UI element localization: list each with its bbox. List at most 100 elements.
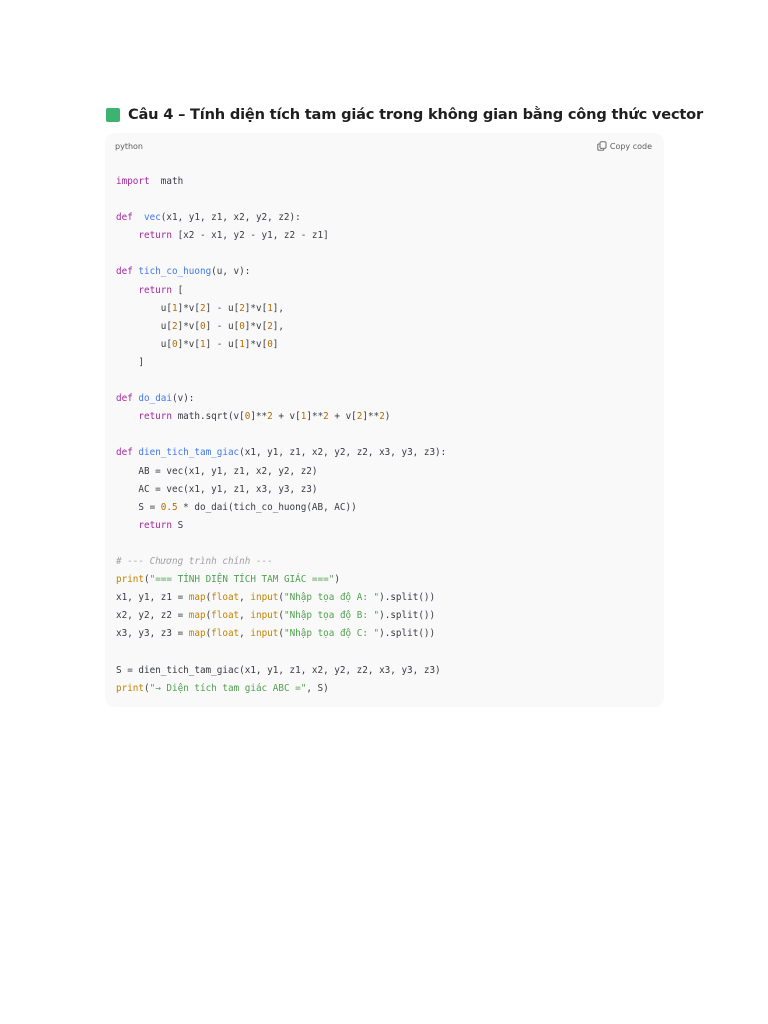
code-token: x2, y2, z2 =: [116, 610, 189, 622]
code-token: ] - u[: [205, 302, 240, 314]
code-token: # --- Chương trình chính ---: [116, 555, 273, 567]
code-token: ,: [239, 592, 251, 604]
code-token: float: [211, 592, 240, 604]
code-line: x3, y3, z3 = map(float, input("Nhập tọa …: [116, 625, 446, 643]
code-token: ]*v[: [244, 302, 268, 314]
code-line: u[1]*v[2] - u[2]*v[1],: [116, 300, 446, 318]
code-token: tich_co_huong: [138, 266, 212, 278]
code-token: ]**: [250, 411, 268, 423]
code-token: "→ Diện tích tam giác ABC =": [149, 682, 307, 694]
code-token: x3, y3, z3 =: [116, 628, 189, 640]
heading-text: Câu 4 – Tính diện tích tam giác trong kh…: [128, 106, 703, 123]
code-token: def: [116, 212, 133, 224]
code-token: map: [188, 628, 206, 640]
code-line: AB = vec(x1, y1, z1, x2, y2, z2): [116, 463, 446, 481]
code-token: [: [171, 284, 184, 296]
code-line: x1, y1, z1 = map(float, input("Nhập tọa …: [116, 589, 446, 607]
code-token: S: [171, 519, 184, 531]
green-square-icon: [106, 107, 120, 122]
code-token: ): [384, 411, 391, 423]
code-token: "=== TÍNH DIỆN TÍCH TAM GIÁC ===": [149, 574, 335, 586]
code-token: ]**: [362, 411, 380, 423]
code-token: ).split()): [379, 610, 436, 622]
code-token: ],: [272, 302, 284, 314]
code-line: print("→ Diện tích tam giác ABC =", S): [116, 680, 446, 698]
code-token: u[: [116, 302, 172, 314]
code-line: def vec(x1, y1, z1, x2, y2, z2):: [116, 209, 446, 227]
code-token: def: [116, 393, 133, 405]
code-token: map: [188, 610, 206, 622]
code-token: print: [116, 574, 144, 586]
code-token: ] - u[: [205, 320, 240, 332]
code-token: dien_tich_tam_giac: [138, 447, 240, 459]
code-token: (x1, y1, z1, x2, y2, z2):: [160, 212, 301, 224]
code-token: math: [149, 176, 184, 187]
code-token: 0.5: [160, 501, 178, 513]
code-token: vec: [144, 212, 161, 224]
code-token: return: [138, 519, 172, 531]
code-token: ]*v[: [244, 320, 268, 332]
code-header: python Copy code: [105, 133, 664, 161]
code-token: "Nhập tọa độ A: ": [283, 592, 380, 604]
code-line: def dien_tich_tam_giac(x1, y1, z1, x2, y…: [116, 444, 446, 462]
code-token: print: [116, 682, 144, 694]
code-token: float: [211, 610, 240, 622]
code-token: def: [116, 266, 133, 278]
code-token: ]: [272, 338, 279, 350]
code-token: ): [334, 574, 340, 586]
code-token: AB = vec(x1, y1, z1, x2, y2, z2): [116, 465, 318, 477]
code-token: u[: [116, 320, 172, 332]
copy-code-label: Copy code: [609, 141, 652, 151]
code-line: ]: [116, 354, 446, 372]
code-token: ).split()): [379, 628, 436, 640]
code-token: , S): [306, 682, 329, 694]
copy-code-button[interactable]: Copy code: [597, 141, 652, 151]
code-token: x1, y1, z1 =: [116, 592, 189, 604]
code-line: def tich_co_huong(u, v):: [116, 263, 446, 281]
code-token: (x1, y1, z1, x2, y2, z2, x3, y3, z3):: [239, 447, 447, 459]
code-token: import: [116, 176, 150, 187]
code-token: return: [138, 284, 172, 296]
code-token: ,: [239, 628, 251, 640]
code-token: ]*v[: [177, 302, 200, 314]
code-token: S = dien_tich_tam_giac(x1, y1, z1, x2, y…: [116, 664, 441, 676]
code-token: input: [250, 592, 279, 604]
code-token: (v):: [172, 393, 195, 405]
section-heading: Câu 4 – Tính diện tích tam giác trong kh…: [106, 106, 703, 123]
code-token: ]*v[: [177, 338, 200, 350]
code-line: S = 0.5 * do_dai(tich_co_huong(AB, AC)): [116, 499, 446, 517]
code-token: math.sqrt(v[: [171, 411, 245, 423]
code-token: [x2 - x1, y2 - y1, z2 - z1]: [171, 230, 329, 242]
code-token: do_dai: [138, 393, 172, 405]
code-token: ]**: [306, 411, 324, 423]
code-token: * do_dai(tich_co_huong(AB, AC)): [177, 501, 357, 513]
code-token: ] - u[: [205, 338, 240, 350]
code-line: return S: [116, 517, 446, 535]
code-token: "Nhập tọa độ C: ": [283, 628, 380, 640]
code-token: ,: [239, 610, 251, 622]
code-token: return: [138, 411, 172, 423]
code-line: AC = vec(x1, y1, z1, x3, y3, z3): [116, 481, 446, 499]
code-line: u[2]*v[0] - u[0]*v[2],: [116, 318, 446, 336]
code-token: ],: [272, 320, 284, 332]
code-token: (u, v):: [211, 266, 251, 278]
code-token: ).split()): [379, 592, 436, 604]
code-token: map: [188, 592, 206, 604]
code-line: return [x2 - x1, y2 - y1, z2 - z1]: [116, 227, 446, 245]
code-token: ]*v[: [177, 320, 200, 332]
code-token: + v[: [272, 411, 301, 423]
code-block: python Copy code import math def vec(x1, …: [105, 133, 664, 707]
code-line: # --- Chương trình chính ---: [116, 553, 446, 571]
copy-icon: [597, 141, 607, 151]
code-token: S =: [116, 501, 161, 513]
code-token: u[: [116, 338, 172, 350]
